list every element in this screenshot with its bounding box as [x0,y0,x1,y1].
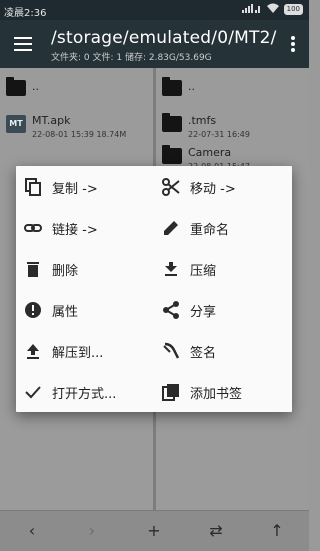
folder-icon [162,77,182,96]
menu-item-label: 解压到... [52,346,104,361]
path-stats: 文件夹: 0 文件: 1 储存: 2.83G/53.69G [51,53,212,63]
copy-icon [24,178,42,196]
left-parent-row[interactable]: .. [0,72,153,112]
toolbar: /storage/emulated/0/MT2/ 文件夹: 0 文件: 1 储存… [0,20,309,68]
menu-item-link[interactable]: 链接 -> [16,207,154,248]
file-row[interactable]: MT MT.apk 22-08-01 15:39 18.74M [0,108,153,148]
scissors-icon [162,178,180,196]
parent-label: .. [32,80,39,93]
folder-info: 22-07-31 16:49 [188,130,250,139]
compress-icon [162,260,180,278]
link-icon [24,219,42,237]
delete-icon [24,260,42,278]
signature-icon [162,342,180,360]
path-title: /storage/emulated/0/MT2/ [51,28,277,48]
menu-item-share[interactable]: 分享 [154,289,292,330]
share-icon [162,301,180,319]
menu-item-delete[interactable]: 删除 [16,248,154,289]
menu-item-label: 链接 -> [52,223,98,238]
menu-item-label: 签名 [190,346,217,361]
wifi-icon [266,3,279,16]
up-arrow-icon[interactable]: ↑ [265,519,289,543]
menu-icon[interactable] [14,36,34,52]
extract-to-icon [24,342,42,360]
status-time: 凌晨2:36 [4,8,47,19]
parent-label: .. [188,80,195,93]
bookmark-icon [162,383,180,401]
menu-item-properties[interactable]: 属性 [16,289,154,330]
menu-item-label: 删除 [52,264,79,279]
folder-icon [162,145,182,164]
menu-item-open-with[interactable]: 打开方式... [16,371,154,412]
status-icons: 100 [241,3,303,16]
status-bar: 凌晨2:36 100 [0,0,309,20]
forward-icon[interactable]: › [80,519,104,543]
file-name: MT.apk [32,114,71,127]
menu-item-extract-to[interactable]: 解压到... [16,330,154,371]
menu-item-label: 添加书签 [190,387,243,402]
folder-icon [6,77,26,96]
menu-item-rename[interactable]: 重命名 [154,207,292,248]
folder-name: .tmfs [188,114,217,127]
menu-item-label: 移动 -> [190,182,236,197]
info-icon [24,301,42,319]
menu-item-label: 压缩 [190,264,217,279]
signal-icon [241,3,262,16]
check-icon [24,383,42,401]
back-icon[interactable]: ‹ [20,519,44,543]
menu-item-compress[interactable]: 压缩 [154,248,292,289]
menu-item-label: 打开方式... [52,387,117,402]
pencil-icon [162,219,180,237]
folder-name: Camera [188,146,232,159]
right-parent-row[interactable]: .. [156,72,309,112]
menu-item-copy[interactable]: 复制 -> [16,166,154,207]
menu-item-move[interactable]: 移动 -> [154,166,292,207]
battery-icon: 100 [283,4,303,15]
menu-item-add-bookmark[interactable]: 添加书签 [154,371,292,412]
menu-item-label: 属性 [52,305,79,320]
file-info: 22-08-01 15:39 18.74M [32,130,127,139]
add-icon[interactable]: + [142,519,166,543]
folder-icon [162,113,182,132]
menu-item-label: 分享 [190,305,217,320]
menu-item-label: 复制 -> [52,182,98,197]
file-action-dialog: 复制 -> 链接 -> 删除 属性 解压到... 打开方式... 移动 -> 重… [16,166,292,412]
swap-panes-icon[interactable]: ⇄ [204,519,228,543]
menu-item-label: 重命名 [190,223,230,238]
menu-item-sign[interactable]: 签名 [154,330,292,371]
overflow-menu-icon[interactable] [291,36,295,52]
apk-icon: MT [6,115,26,133]
bottom-toolbar: ‹ › + ⇄ ↑ [0,510,309,551]
